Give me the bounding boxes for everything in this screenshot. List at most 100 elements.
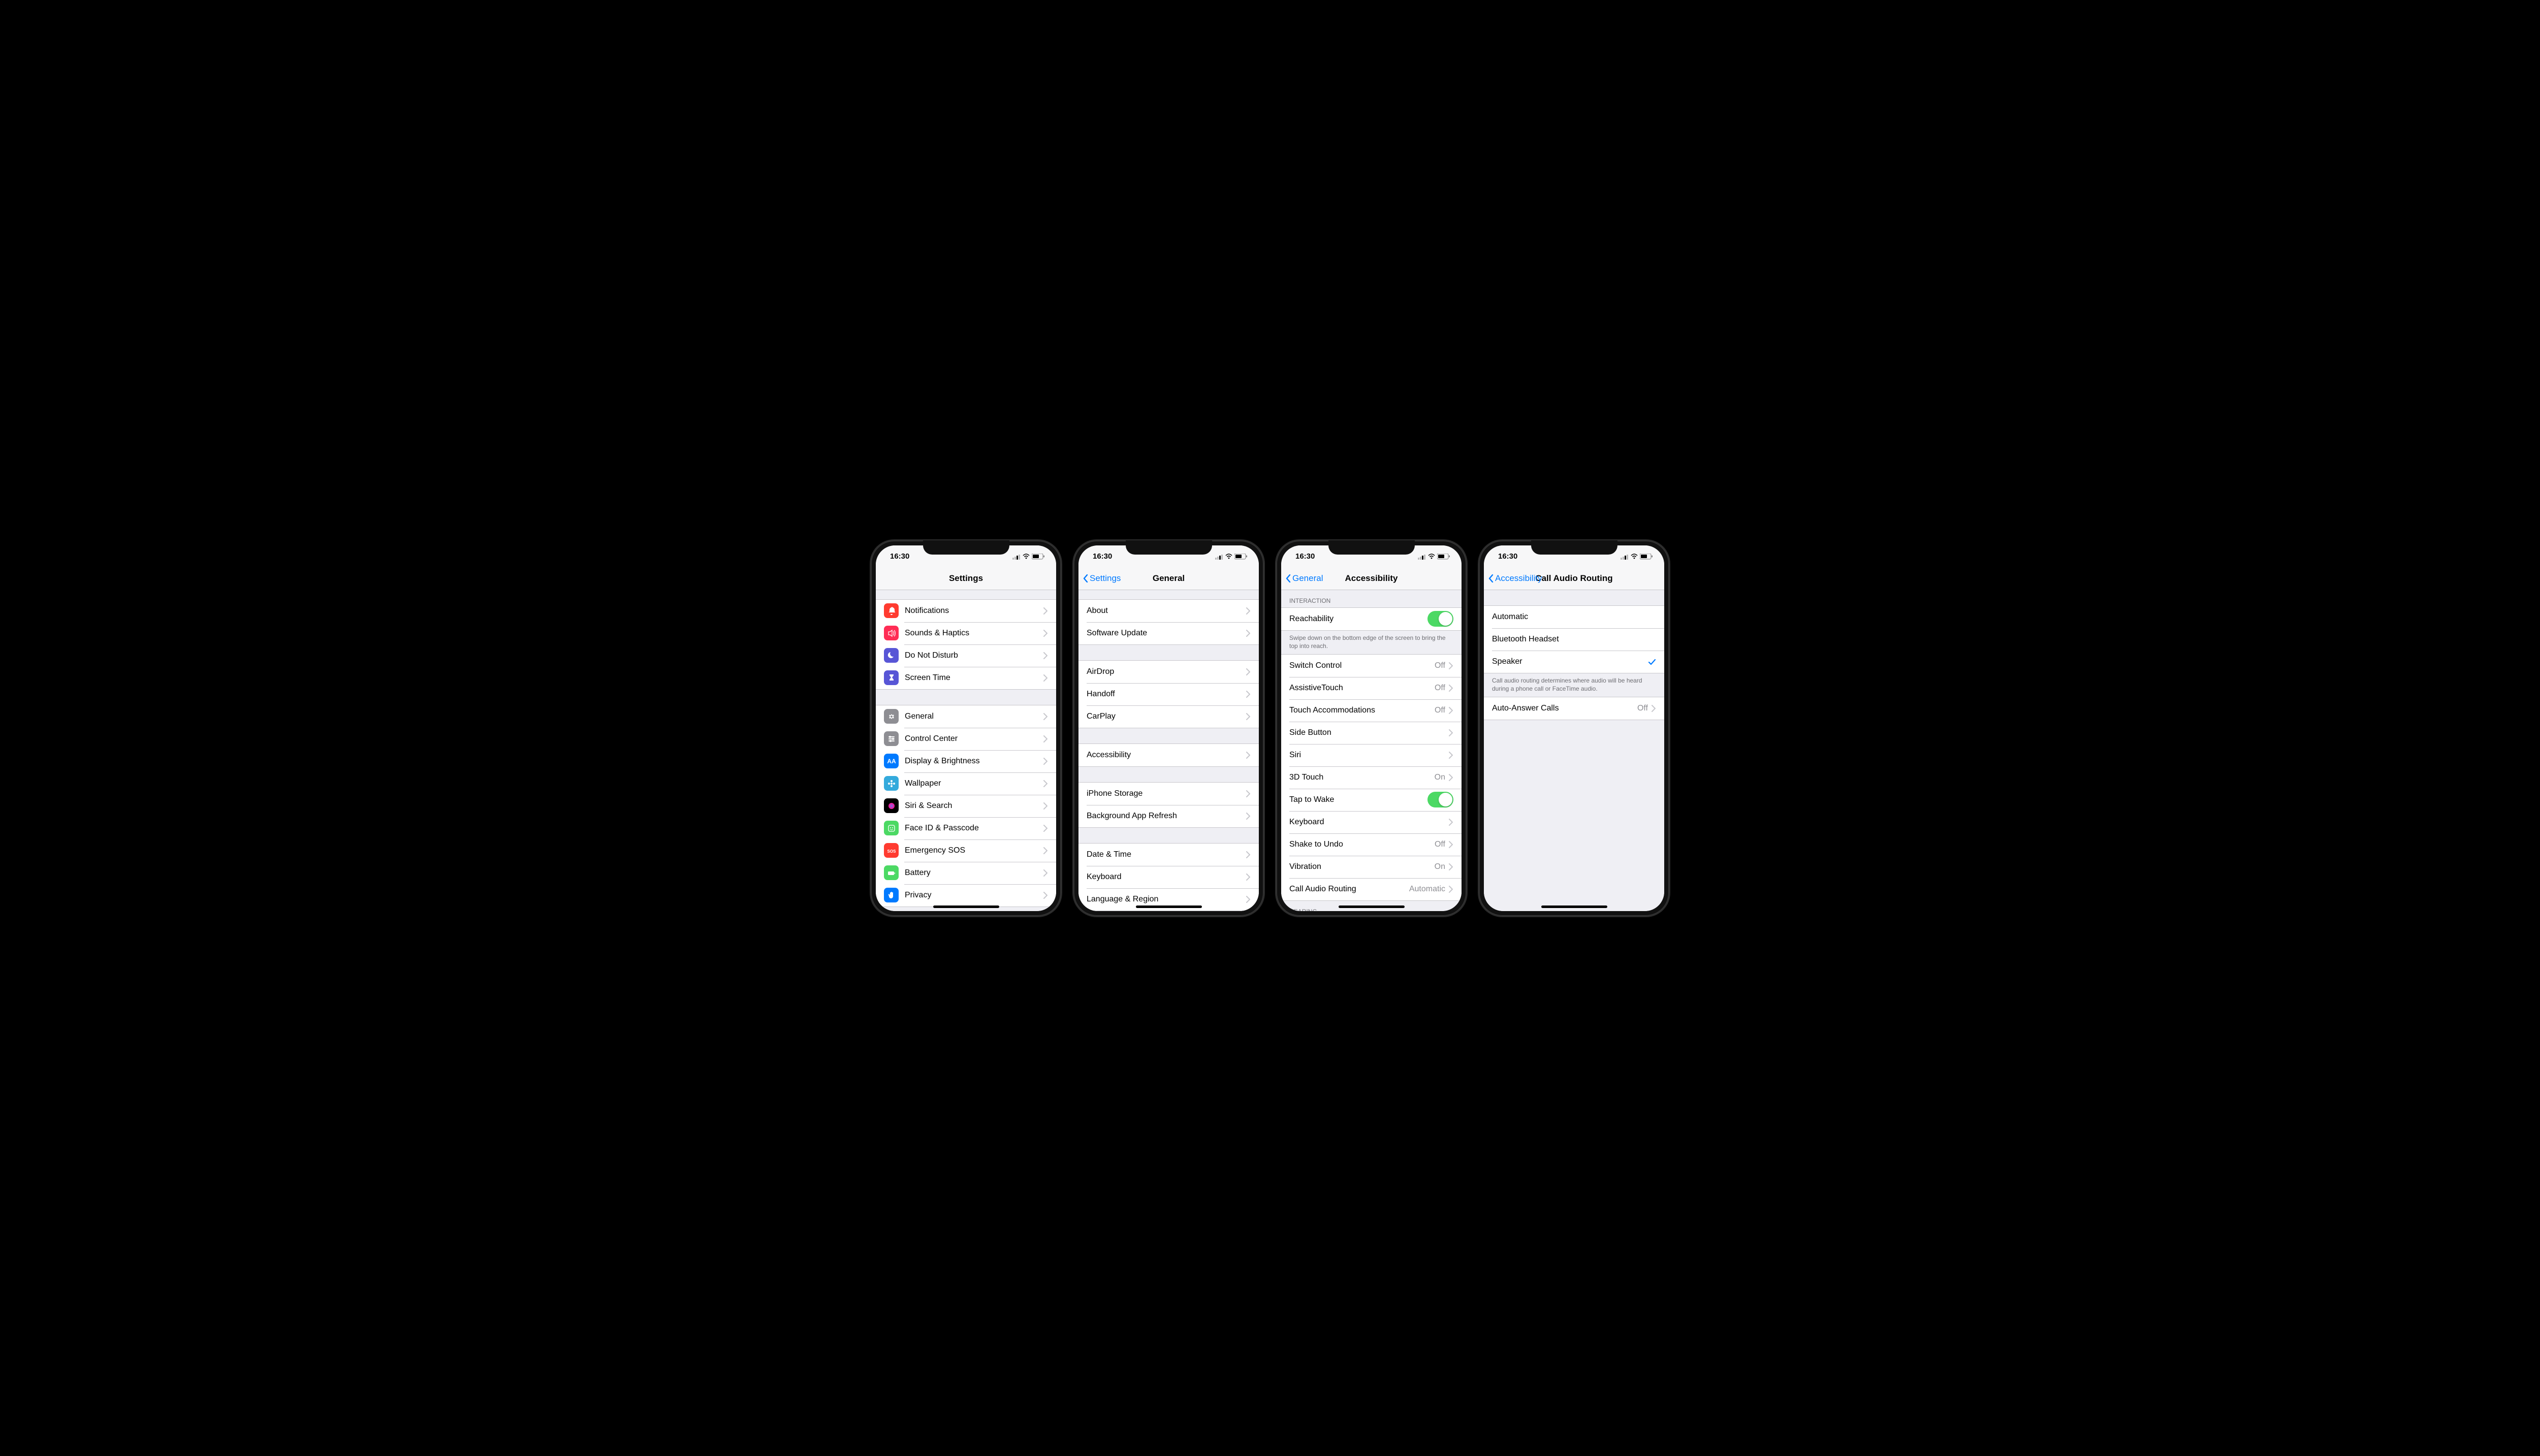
accessibility-row[interactable]: Shake to Undo Off (1281, 833, 1462, 856)
notch (1328, 540, 1415, 555)
notch (923, 540, 1009, 555)
cell-label: AssistiveTouch (1289, 684, 1435, 693)
settings-row[interactable]: Privacy (876, 884, 1056, 907)
auto-answer-row[interactable]: Auto-Answer Calls Off (1484, 697, 1664, 720)
settings-row[interactable]: SOS Emergency SOS (876, 839, 1056, 862)
content-settings[interactable]: Notifications Sounds & Haptics Do Not Di… (876, 590, 1056, 911)
status-time: 16:30 (1295, 552, 1315, 561)
accessibility-row[interactable]: Siri (1281, 744, 1462, 766)
chevron-right-icon (1043, 802, 1048, 810)
chevron-right-icon (1246, 691, 1251, 698)
settings-row[interactable]: Sounds & Haptics (876, 622, 1056, 644)
accessibility-row[interactable]: Call Audio Routing Automatic (1281, 878, 1462, 900)
chevron-right-icon (1246, 790, 1251, 797)
home-indicator[interactable] (933, 905, 999, 908)
cell-label: Side Button (1289, 728, 1448, 737)
nav-back-label: Settings (1090, 573, 1121, 584)
phone-settings: 16:30 Settings Notifications Sounds & Ha… (871, 540, 1061, 916)
home-indicator[interactable] (1541, 905, 1607, 908)
routing-option[interactable]: Speaker (1484, 651, 1664, 673)
battery-icon (1234, 554, 1248, 560)
face-icon (884, 821, 899, 835)
cell-label: Switch Control (1289, 661, 1435, 670)
routing-option[interactable]: Bluetooth Headset (1484, 628, 1664, 651)
cell-label: About (1087, 606, 1246, 616)
settings-row[interactable]: Wallpaper (876, 772, 1056, 795)
cell-label: Vibration (1289, 862, 1435, 871)
content-accessibility[interactable]: Interaction ReachabilitySwipe down on th… (1281, 590, 1462, 911)
cell-label: AirDrop (1087, 667, 1246, 676)
settings-row[interactable]: Control Center (876, 728, 1056, 750)
accessibility-row[interactable]: Side Button (1281, 722, 1462, 744)
wifi-icon (1428, 554, 1435, 559)
settings-row[interactable]: Siri & Search (876, 795, 1056, 817)
home-indicator[interactable] (1136, 905, 1202, 908)
accessibility-row[interactable]: AssistiveTouch Off (1281, 677, 1462, 699)
general-row[interactable]: Accessibility (1078, 744, 1259, 766)
chevron-right-icon (1043, 892, 1048, 899)
signal-icon (1418, 554, 1426, 560)
chevron-right-icon (1448, 886, 1453, 893)
cell-label: Date & Time (1087, 850, 1246, 859)
settings-row[interactable]: Battery (876, 862, 1056, 884)
general-row[interactable]: Keyboard (1078, 866, 1259, 888)
notch (1126, 540, 1212, 555)
general-row[interactable]: AirDrop (1078, 661, 1259, 683)
nav-back[interactable]: Settings (1083, 573, 1121, 584)
general-row[interactable]: iPhone Storage (1078, 783, 1259, 805)
general-row[interactable]: Handoff (1078, 683, 1259, 705)
tap-to-wake-row[interactable]: Tap to Wake (1281, 789, 1462, 811)
accessibility-row[interactable]: 3D Touch On (1281, 766, 1462, 789)
routing-option[interactable]: Automatic (1484, 606, 1664, 628)
cell-label: Software Update (1087, 629, 1246, 638)
accessibility-row[interactable]: Touch Accommodations Off (1281, 699, 1462, 722)
cell-label: Call Audio Routing (1289, 885, 1409, 894)
general-row[interactable]: About (1078, 600, 1259, 622)
settings-row[interactable]: General (876, 705, 1056, 728)
toggle-switch[interactable] (1427, 611, 1453, 627)
cell-label: Emergency SOS (905, 846, 1043, 855)
accessibility-row[interactable]: Switch Control Off (1281, 655, 1462, 677)
home-indicator[interactable] (1339, 905, 1405, 908)
signal-icon (1215, 554, 1223, 560)
reachability-row[interactable]: Reachability (1281, 608, 1462, 630)
svg-text:AA: AA (887, 758, 896, 765)
nav-back[interactable]: General (1285, 573, 1323, 584)
section-header-interaction: Interaction (1281, 590, 1462, 607)
cell-label: Tap to Wake (1289, 795, 1427, 804)
cell-label: Wallpaper (905, 779, 1043, 788)
accessibility-row[interactable]: Keyboard (1281, 811, 1462, 833)
general-row[interactable]: CarPlay (1078, 705, 1259, 728)
cell-label: 3D Touch (1289, 773, 1435, 782)
cell-label: Battery (905, 868, 1043, 878)
phone-call-audio-routing: 16:30 Accessibility Call Audio Routing A… (1479, 540, 1669, 916)
cell-value: On (1435, 862, 1445, 871)
chevron-right-icon (1246, 713, 1251, 720)
signal-icon (1012, 554, 1021, 560)
general-row[interactable]: Software Update (1078, 622, 1259, 644)
content-general[interactable]: About Software Update AirDrop (1078, 590, 1259, 911)
settings-row[interactable]: AA Display & Brightness (876, 750, 1056, 772)
cell-label: Background App Refresh (1087, 812, 1246, 821)
battery-icon (1640, 554, 1653, 560)
settings-row[interactable]: Screen Time (876, 667, 1056, 689)
general-row[interactable]: Background App Refresh (1078, 805, 1259, 827)
chevron-right-icon (1043, 652, 1048, 659)
chevron-left-icon (1488, 574, 1494, 583)
status-icons (1012, 554, 1045, 560)
phone-general: 16:30 Settings General About So (1073, 540, 1264, 916)
cell-label: Speaker (1492, 657, 1648, 666)
accessibility-row[interactable]: Vibration On (1281, 856, 1462, 878)
chevron-right-icon (1246, 630, 1251, 637)
cell-value: Off (1435, 661, 1445, 670)
toggle-switch[interactable] (1427, 792, 1453, 807)
settings-row[interactable]: Face ID & Passcode (876, 817, 1056, 839)
chevron-right-icon (1246, 873, 1251, 881)
nav-back[interactable]: Accessibility (1488, 573, 1542, 584)
settings-row[interactable]: Notifications (876, 600, 1056, 622)
chevron-right-icon (1246, 896, 1251, 903)
chevron-right-icon (1246, 813, 1251, 820)
content-call-audio-routing[interactable]: Automatic Bluetooth Headset Speaker Call… (1484, 590, 1664, 911)
settings-row[interactable]: Do Not Disturb (876, 644, 1056, 667)
general-row[interactable]: Date & Time (1078, 844, 1259, 866)
